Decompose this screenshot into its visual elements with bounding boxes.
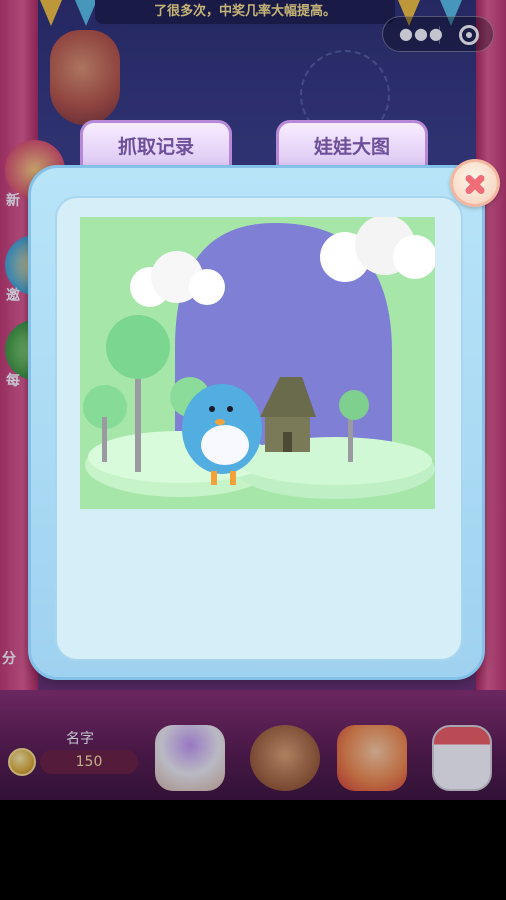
doll-scene-illustration	[80, 217, 435, 509]
close-button[interactable]	[450, 159, 500, 207]
doll-preview-image	[80, 217, 435, 509]
